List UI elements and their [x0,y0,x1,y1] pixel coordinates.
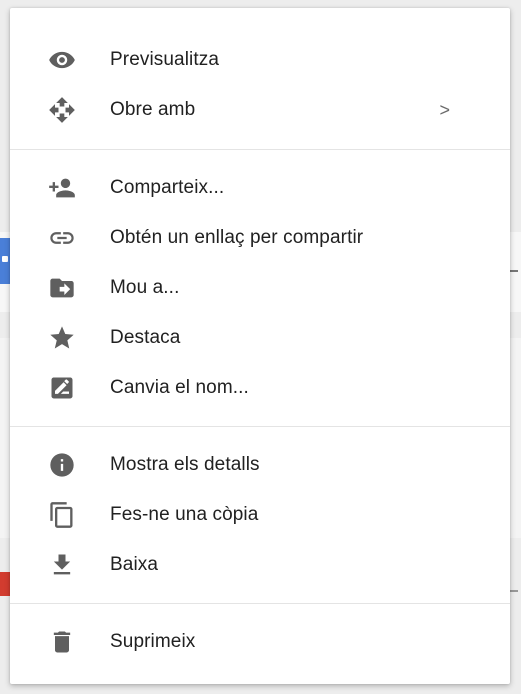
download-icon [47,550,77,580]
context-menu: Previsualitza Obre amb > Comparteix... O… [10,8,510,684]
menu-item-rename[interactable]: Canvia el nom... [10,363,510,413]
menu-group-file: Mostra els detalls Fes-ne una còpia Baix… [10,427,510,603]
menu-item-label: Fes-ne una còpia [110,504,259,525]
menu-item-move-to[interactable]: Mou a... [10,263,510,313]
background-text-fragment [510,590,518,592]
move-arrows-icon [47,95,77,125]
menu-item-label: Destaca [110,327,181,348]
background-file-icon [0,572,10,596]
background-file-icon [0,238,10,284]
menu-item-delete[interactable]: Suprimeix [10,617,510,667]
link-icon [47,223,77,253]
eye-icon [47,45,77,75]
menu-item-label: Obtén un enllaç per compartir [110,227,364,248]
menu-item-download[interactable]: Baixa [10,540,510,590]
menu-item-label: Previsualitza [110,49,220,70]
menu-item-get-link[interactable]: Obtén un enllaç per compartir [10,213,510,263]
menu-group-share: Comparteix... Obtén un enllaç per compar… [10,150,510,426]
menu-item-star[interactable]: Destaca [10,313,510,363]
info-icon [47,450,77,480]
chevron-right-icon: > [439,99,450,120]
menu-item-preview[interactable]: Previsualitza [10,35,510,85]
menu-item-label: Comparteix... [110,177,225,198]
rename-pencil-icon [47,373,77,403]
menu-item-label: Mou a... [110,277,180,298]
background-text-fragment [510,270,518,272]
menu-item-open-with[interactable]: Obre amb > [10,85,510,135]
menu-item-label: Obre amb [110,99,196,120]
menu-item-label: Canvia el nom... [110,377,249,398]
menu-item-copy[interactable]: Fes-ne una còpia [10,490,510,540]
folder-move-icon [47,273,77,303]
menu-group-delete: Suprimeix [10,604,510,667]
menu-item-label: Suprimeix [110,631,196,652]
menu-item-label: Baixa [110,554,159,575]
trash-icon [47,627,77,657]
person-add-icon [47,173,77,203]
star-icon [47,323,77,353]
menu-item-label: Mostra els detalls [110,454,260,475]
copy-icon [47,500,77,530]
menu-group-open: Previsualitza Obre amb > [10,8,510,149]
menu-item-share[interactable]: Comparteix... [10,163,510,213]
menu-item-details[interactable]: Mostra els detalls [10,440,510,490]
